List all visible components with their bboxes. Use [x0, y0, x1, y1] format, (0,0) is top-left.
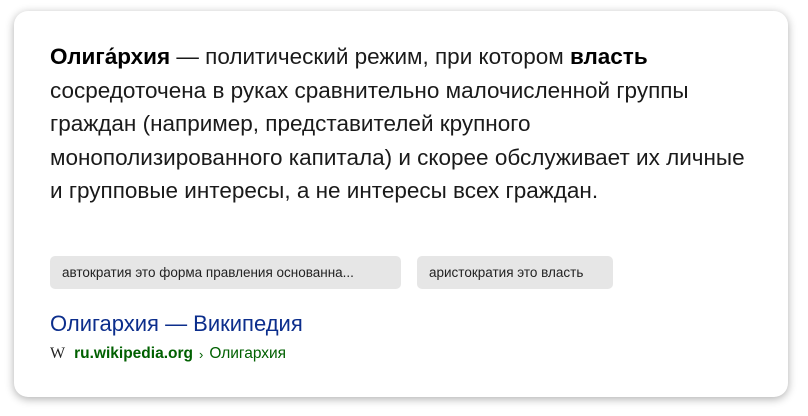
source-title-link[interactable]: Олигархия — Википедия	[50, 310, 303, 338]
definition-highlight: власть	[569, 44, 648, 69]
source-url-row: W ru.wikipedia.org › Олигархия	[50, 342, 286, 366]
definition-part-1: — политический режим, при котором	[170, 44, 570, 69]
wikipedia-icon: W	[50, 345, 66, 362]
definition-term: Олига́рхия	[50, 44, 171, 69]
answer-card: Олига́рхия — политический режим, при кот…	[14, 11, 788, 397]
related-query-chip[interactable]: автократия это форма правления основанна…	[50, 256, 401, 289]
source-domain-link[interactable]: ru.wikipedia.org	[74, 345, 193, 363]
related-query-chip[interactable]: аристократия это власть	[417, 256, 613, 289]
definition-text: Олига́рхия — политический режим, при кот…	[50, 40, 762, 208]
related-queries: автократия это форма правления основанна…	[50, 256, 613, 289]
source-breadcrumb-link[interactable]: Олигархия	[209, 345, 286, 363]
definition-part-2: сосредоточена в руках сравнительно малоч…	[50, 77, 745, 204]
breadcrumb-separator: ›	[198, 346, 204, 362]
